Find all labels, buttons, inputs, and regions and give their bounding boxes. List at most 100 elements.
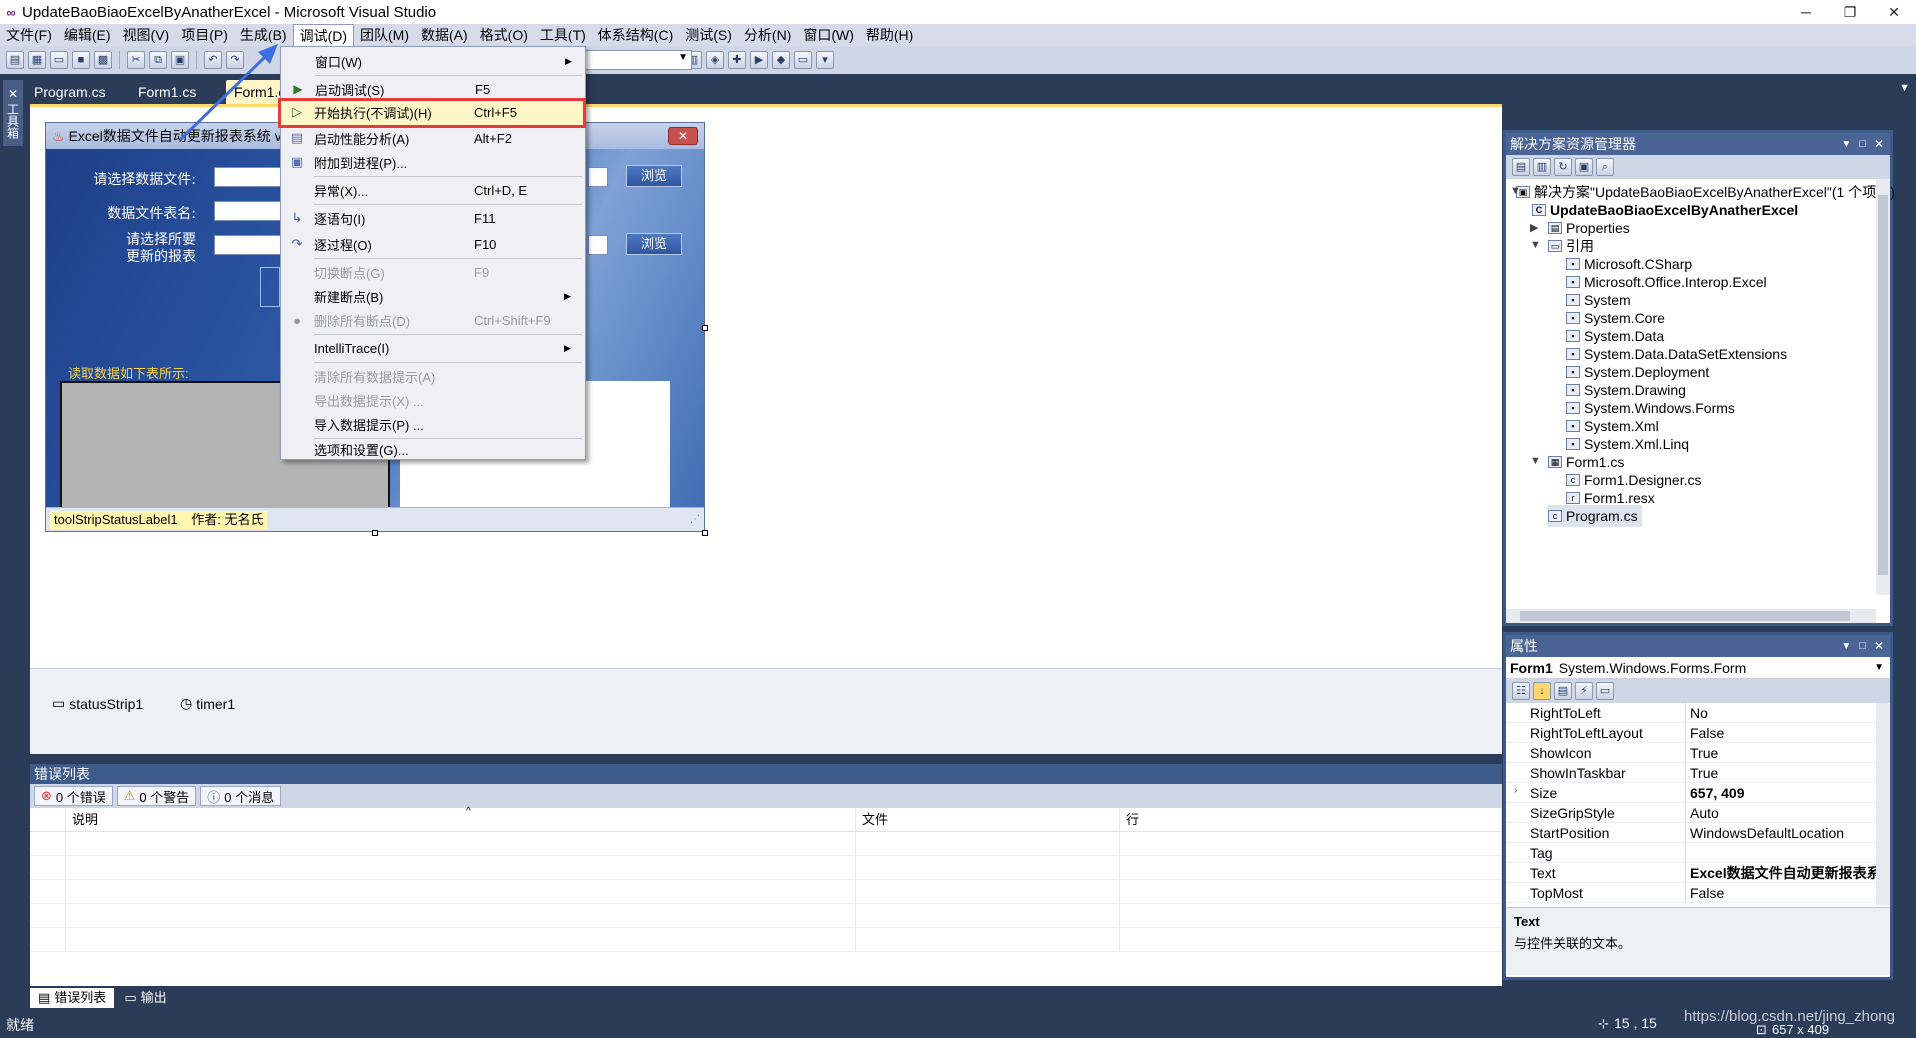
menu-item-start-without-debugging[interactable]: ▷ 开始执行(不调试)(H) Ctrl+F5 xyxy=(280,100,586,124)
property-row[interactable]: RightToLeft No xyxy=(1506,703,1876,723)
menu-item-new-breakpoint[interactable]: 新建断点(B) ▶ xyxy=(280,284,586,308)
property-row[interactable]: RightToLeftLayout False xyxy=(1506,723,1876,743)
tray-status-strip[interactable]: ▭ statusStrip1 xyxy=(52,695,143,712)
menu-view[interactable]: 视图(V) xyxy=(117,24,176,46)
events-icon[interactable]: ⚡ xyxy=(1575,682,1593,700)
property-row[interactable]: Size 657, 409 xyxy=(1506,783,1876,803)
menu-analyze[interactable]: 分析(N) xyxy=(738,24,797,46)
form-close-icon[interactable]: ✕ xyxy=(668,127,698,145)
alphabetical-icon[interactable]: ↓ xyxy=(1533,682,1551,700)
menu-item-export-datatips[interactable]: 导出数据提示(X) ... xyxy=(280,388,586,412)
copy-icon[interactable]: ⧉ xyxy=(149,51,167,69)
menu-file[interactable]: 文件(F) xyxy=(0,24,58,46)
save-all-icon[interactable]: ▩ xyxy=(94,51,112,69)
refresh-icon[interactable]: ↻ xyxy=(1554,158,1572,176)
collapse-icon[interactable]: ▼ xyxy=(1510,185,1521,197)
menu-item-start-profiling[interactable]: ▤ 启动性能分析(A) Alt+F2 xyxy=(280,126,586,150)
resize-handle-right[interactable] xyxy=(702,325,708,331)
tab-dropdown-icon[interactable]: ▼ xyxy=(1899,82,1910,94)
command-window-icon[interactable]: ▭ xyxy=(794,51,812,69)
view-designer-icon[interactable]: ⌕ xyxy=(1596,158,1614,176)
menu-architecture[interactable]: 体系结构(C) xyxy=(592,24,679,46)
close-icon[interactable]: ✕ xyxy=(1872,4,1916,21)
run-button[interactable] xyxy=(260,267,280,307)
close-icon[interactable]: ✕ xyxy=(1874,639,1884,653)
menu-item-import-datatips[interactable]: 导入数据提示(P) ... xyxy=(280,412,586,436)
resize-handle-corner[interactable] xyxy=(702,530,708,536)
menu-item-delete-all-breakpoints[interactable]: ● 删除所有断点(D) Ctrl+Shift+F9 xyxy=(280,308,586,332)
panel-dropdown-icon[interactable]: ▼ xyxy=(1841,641,1851,652)
properties-icon[interactable]: ▤ xyxy=(1512,158,1530,176)
tab-output[interactable]: ▭ 输出 xyxy=(116,988,174,1008)
data-file-input-tail[interactable] xyxy=(588,167,608,187)
menu-team[interactable]: 团队(M) xyxy=(354,24,415,46)
vertical-scrollbar[interactable] xyxy=(1876,179,1890,595)
cut-icon[interactable]: ✂ xyxy=(127,51,145,69)
menu-debug[interactable]: 调试(D) xyxy=(292,24,355,46)
menu-item-exceptions[interactable]: 异常(X)... Ctrl+D, E xyxy=(280,178,586,202)
tab-program-cs[interactable]: Program.cs xyxy=(26,80,114,104)
menu-item-attach-process[interactable]: ▣ 附加到进程(P)... xyxy=(280,150,586,174)
menu-data[interactable]: 数据(A) xyxy=(415,24,474,46)
property-row[interactable]: ShowInTaskbar True xyxy=(1506,763,1876,783)
panel-dropdown-icon[interactable]: ▼ xyxy=(1841,139,1851,150)
column-line[interactable]: 行 xyxy=(1120,808,1502,831)
horizontal-scrollbar[interactable] xyxy=(1506,609,1876,623)
menu-item-options[interactable]: 选项和设置(G)... xyxy=(280,438,586,460)
vertical-scrollbar[interactable] xyxy=(1876,703,1890,905)
open-file-icon[interactable]: ▭ xyxy=(50,51,68,69)
menu-help[interactable]: 帮助(H) xyxy=(860,24,919,46)
scrollbar-thumb[interactable] xyxy=(1878,195,1888,575)
expand-icon[interactable]: ▶ xyxy=(1530,221,1538,234)
restore-icon[interactable]: ❐ xyxy=(1828,4,1872,21)
menu-test[interactable]: 测试(S) xyxy=(679,24,738,46)
view-code-icon[interactable]: ▣ xyxy=(1575,158,1593,176)
errors-filter-button[interactable]: ⊗ 0 个错误 xyxy=(34,786,113,806)
report-file-input-tail[interactable] xyxy=(588,235,608,255)
warnings-filter-button[interactable]: ⚠ 0 个警告 xyxy=(116,786,197,806)
menu-tools[interactable]: 工具(T) xyxy=(534,24,592,46)
column-description[interactable]: 说明 ^ xyxy=(66,806,856,831)
object-browser-icon[interactable]: ◈ xyxy=(706,51,724,69)
object-selector[interactable]: Form1 System.Windows.Forms.Form ▼ xyxy=(1506,657,1890,679)
property-row[interactable]: Text Excel数据文件自动更新报表系统 xyxy=(1506,863,1876,883)
browse-report-button[interactable]: 浏览 xyxy=(626,233,682,255)
property-row[interactable]: ShowIcon True xyxy=(1506,743,1876,763)
menu-window[interactable]: 窗口(W) xyxy=(797,24,860,46)
categorized-icon[interactable]: ☷ xyxy=(1512,682,1530,700)
menu-edit[interactable]: 编辑(E) xyxy=(58,24,117,46)
scrollbar-thumb[interactable] xyxy=(1520,611,1850,621)
tree-node-program[interactable]: c Program.cs xyxy=(1548,505,1642,527)
new-project-icon[interactable]: ▤ xyxy=(6,51,24,69)
collapse-icon[interactable]: ▼ xyxy=(1530,239,1541,251)
save-icon[interactable]: ■ xyxy=(72,51,90,69)
add-item-icon[interactable]: ▦ xyxy=(28,51,46,69)
toolbox-icon[interactable]: ✚ xyxy=(728,51,746,69)
tray-timer[interactable]: ◷ timer1 xyxy=(180,695,235,712)
property-pages-icon[interactable]: ▭ xyxy=(1596,682,1614,700)
start-page-icon[interactable]: ▶ xyxy=(750,51,768,69)
browse-data-button[interactable]: 浏览 xyxy=(626,165,682,187)
menu-item-toggle-breakpoint[interactable]: 切换断点(G) F9 xyxy=(280,260,586,284)
show-all-files-icon[interactable]: ▥ xyxy=(1533,158,1551,176)
property-row[interactable]: StartPosition WindowsDefaultLocation xyxy=(1506,823,1876,843)
solution-config-combo[interactable]: ▼ xyxy=(584,50,692,70)
size-grip-icon[interactable]: ⋰ xyxy=(690,514,700,525)
tab-error-list[interactable]: ▤ 错误列表 xyxy=(30,988,115,1008)
property-row[interactable]: SizeGripStyle Auto xyxy=(1506,803,1876,823)
extension-icon[interactable]: ◆ xyxy=(772,51,790,69)
resize-handle-bottom[interactable] xyxy=(372,530,378,536)
maximize-icon[interactable]: □ xyxy=(1859,640,1866,652)
properties-view-icon[interactable]: ▤ xyxy=(1554,682,1572,700)
minimize-icon[interactable]: ─ xyxy=(1784,4,1828,20)
expand-icon[interactable]: › xyxy=(1514,785,1517,796)
menu-item-intellitrace[interactable]: IntelliTrace(I) ▶ xyxy=(280,336,586,360)
menu-format[interactable]: 格式(O) xyxy=(474,24,534,46)
collapse-icon[interactable]: ▼ xyxy=(1530,455,1541,467)
close-icon[interactable]: ✕ xyxy=(1874,137,1884,151)
property-row[interactable]: TopMost False xyxy=(1506,883,1876,903)
toolbar-overflow-icon[interactable]: ▾ xyxy=(816,51,834,69)
maximize-icon[interactable]: □ xyxy=(1859,138,1866,150)
property-row[interactable]: Tag xyxy=(1506,843,1876,863)
menu-item-clear-datatips[interactable]: 清除所有数据提示(A) xyxy=(280,364,586,388)
